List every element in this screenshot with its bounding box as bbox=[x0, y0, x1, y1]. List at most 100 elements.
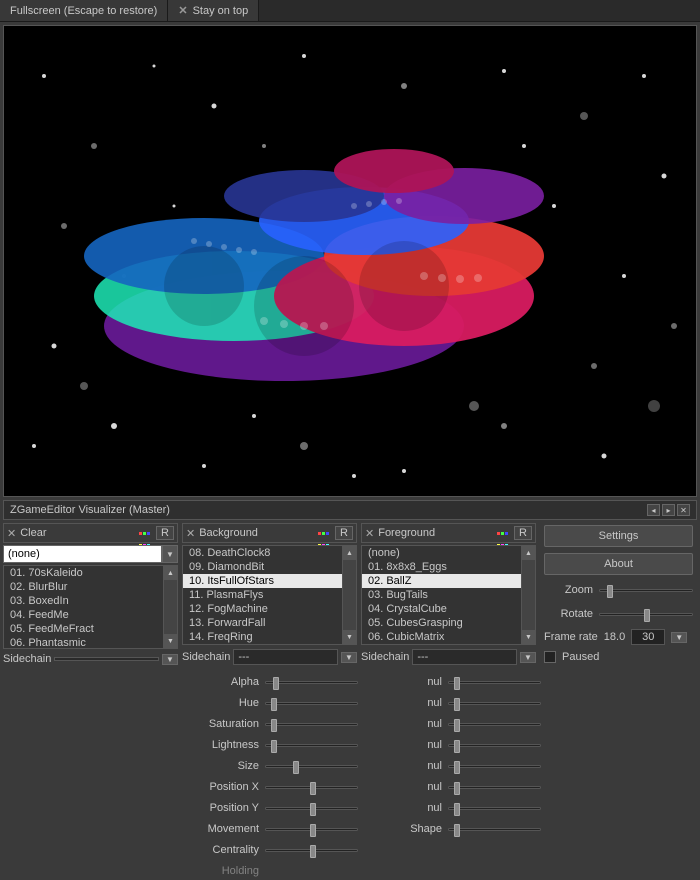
slider-track[interactable] bbox=[448, 828, 541, 831]
sidechain-value bbox=[54, 657, 159, 661]
slider-track[interactable] bbox=[448, 744, 541, 747]
slider-track[interactable] bbox=[265, 786, 358, 789]
list-item[interactable]: 10. ItsFullOfStars bbox=[183, 574, 356, 588]
slider-thumb[interactable] bbox=[454, 740, 460, 753]
list-item[interactable]: 09. DiamondBit bbox=[183, 560, 356, 574]
list-item[interactable]: 04. CrystalCube bbox=[362, 602, 535, 616]
slider-track[interactable] bbox=[265, 849, 358, 852]
slider-track[interactable] bbox=[448, 807, 541, 810]
slider-thumb[interactable] bbox=[271, 698, 277, 711]
clear-listbox[interactable]: 01. 70sKaleido02. BlurBlur03. BoxedIn04.… bbox=[3, 565, 178, 649]
slider-thumb[interactable] bbox=[310, 803, 316, 816]
slider-track[interactable] bbox=[448, 765, 541, 768]
scroll-down-icon[interactable]: ▼ bbox=[164, 634, 177, 648]
scroll-down-icon[interactable]: ▼ bbox=[522, 630, 535, 644]
reset-button[interactable]: R bbox=[335, 526, 353, 540]
list-item[interactable]: 03. BoxedIn bbox=[4, 594, 177, 608]
close-icon[interactable]: ✕ bbox=[186, 527, 195, 540]
slider-thumb[interactable] bbox=[271, 740, 277, 753]
slider-thumb[interactable] bbox=[454, 782, 460, 795]
next-button[interactable]: ▸ bbox=[662, 504, 675, 516]
slider-thumb[interactable] bbox=[273, 677, 279, 690]
color-grid-icon[interactable] bbox=[496, 526, 510, 540]
color-grid-icon[interactable] bbox=[138, 526, 152, 540]
clear-select[interactable]: (none) ▼ bbox=[3, 545, 178, 563]
list-item[interactable]: 05. CubesGrasping bbox=[362, 616, 535, 630]
tab-fullscreen[interactable]: Fullscreen (Escape to restore) bbox=[0, 0, 168, 21]
list-item[interactable]: 01. 70sKaleido bbox=[4, 566, 177, 580]
list-item[interactable]: 14. FreqRing bbox=[183, 630, 356, 644]
scroll-up-icon[interactable]: ▲ bbox=[164, 566, 177, 580]
slider-track[interactable] bbox=[265, 828, 358, 831]
list-item[interactable]: 08. DeathClock8 bbox=[183, 546, 356, 560]
list-item[interactable]: 04. FeedMe bbox=[4, 608, 177, 622]
slider-track[interactable] bbox=[265, 681, 358, 684]
rotate-slider[interactable] bbox=[599, 613, 693, 616]
slider-track[interactable] bbox=[265, 723, 358, 726]
list-item[interactable]: 03. BugTails bbox=[362, 588, 535, 602]
slider-thumb[interactable] bbox=[310, 824, 316, 837]
list-item[interactable]: 01. 8x8x8_Eggs bbox=[362, 560, 535, 574]
prev-button[interactable]: ◂ bbox=[647, 504, 660, 516]
list-item[interactable]: 11. PlasmaFlys bbox=[183, 588, 356, 602]
slider-track[interactable] bbox=[448, 786, 541, 789]
slider-row: nul bbox=[366, 799, 541, 817]
reset-button[interactable]: R bbox=[514, 526, 532, 540]
chevron-down-icon[interactable]: ▼ bbox=[162, 545, 178, 563]
scrollbar[interactable]: ▲▼ bbox=[521, 546, 535, 644]
background-column: ✕ Background R 08. DeathClock809. Diamon… bbox=[182, 523, 357, 665]
chevron-down-icon[interactable]: ▼ bbox=[671, 632, 687, 643]
slider-track[interactable] bbox=[265, 807, 358, 810]
list-item[interactable]: 06. CubicMatrix bbox=[362, 630, 535, 644]
scroll-down-icon[interactable]: ▼ bbox=[343, 630, 356, 644]
slider-thumb[interactable] bbox=[454, 677, 460, 690]
reset-button[interactable]: R bbox=[156, 526, 174, 540]
slider-thumb[interactable] bbox=[644, 609, 650, 622]
slider-track[interactable] bbox=[265, 765, 358, 768]
list-item[interactable]: (none) bbox=[362, 546, 535, 560]
list-item[interactable]: 02. BlurBlur bbox=[4, 580, 177, 594]
slider-thumb[interactable] bbox=[310, 845, 316, 858]
list-item[interactable]: 12. FogMachine bbox=[183, 602, 356, 616]
scrollbar[interactable]: ▲▼ bbox=[342, 546, 356, 644]
slider-track[interactable] bbox=[448, 723, 541, 726]
slider-thumb[interactable] bbox=[271, 719, 277, 732]
scroll-up-icon[interactable]: ▲ bbox=[522, 546, 535, 560]
list-item[interactable]: 06. Phantasmic bbox=[4, 636, 177, 649]
close-icon[interactable]: ✕ bbox=[178, 4, 187, 17]
scrollbar[interactable]: ▲▼ bbox=[163, 566, 177, 648]
slider-label: nul bbox=[366, 760, 448, 772]
about-button[interactable]: About bbox=[544, 553, 693, 575]
chevron-down-icon[interactable]: ▼ bbox=[162, 654, 178, 665]
scroll-up-icon[interactable]: ▲ bbox=[343, 546, 356, 560]
slider-thumb[interactable] bbox=[454, 803, 460, 816]
chevron-down-icon[interactable]: ▼ bbox=[341, 652, 357, 663]
slider-thumb[interactable] bbox=[454, 824, 460, 837]
slider-thumb[interactable] bbox=[607, 585, 613, 598]
foreground-listbox[interactable]: (none)01. 8x8x8_Eggs02. BallZ03. BugTail… bbox=[361, 545, 536, 645]
slider-track[interactable] bbox=[448, 702, 541, 705]
slider-thumb[interactable] bbox=[454, 719, 460, 732]
slider-thumb[interactable] bbox=[293, 761, 299, 774]
color-grid-icon[interactable] bbox=[317, 526, 331, 540]
slider-thumb[interactable] bbox=[454, 698, 460, 711]
slider-track[interactable] bbox=[265, 702, 358, 705]
background-listbox[interactable]: 08. DeathClock809. DiamondBit10. ItsFull… bbox=[182, 545, 357, 645]
list-item[interactable]: 05. FeedMeFract bbox=[4, 622, 177, 636]
chevron-down-icon[interactable]: ▼ bbox=[520, 652, 536, 663]
close-icon[interactable]: ✕ bbox=[365, 527, 374, 540]
slider-track[interactable] bbox=[265, 744, 358, 747]
sidechain-row: Sidechain ▼ bbox=[3, 653, 178, 665]
settings-button[interactable]: Settings bbox=[544, 525, 693, 547]
list-item[interactable]: 13. ForwardFall bbox=[183, 616, 356, 630]
zoom-slider[interactable] bbox=[599, 589, 693, 592]
slider-thumb[interactable] bbox=[454, 761, 460, 774]
list-item[interactable]: 02. BallZ bbox=[362, 574, 535, 588]
slider-thumb[interactable] bbox=[310, 782, 316, 795]
paused-checkbox[interactable] bbox=[544, 651, 556, 663]
slider-track[interactable] bbox=[448, 681, 541, 684]
close-button[interactable]: ✕ bbox=[677, 504, 690, 516]
tab-stay-on-top[interactable]: ✕ Stay on top bbox=[168, 0, 259, 21]
framerate-target-input[interactable]: 30 bbox=[631, 629, 665, 645]
close-icon[interactable]: ✕ bbox=[7, 527, 16, 540]
